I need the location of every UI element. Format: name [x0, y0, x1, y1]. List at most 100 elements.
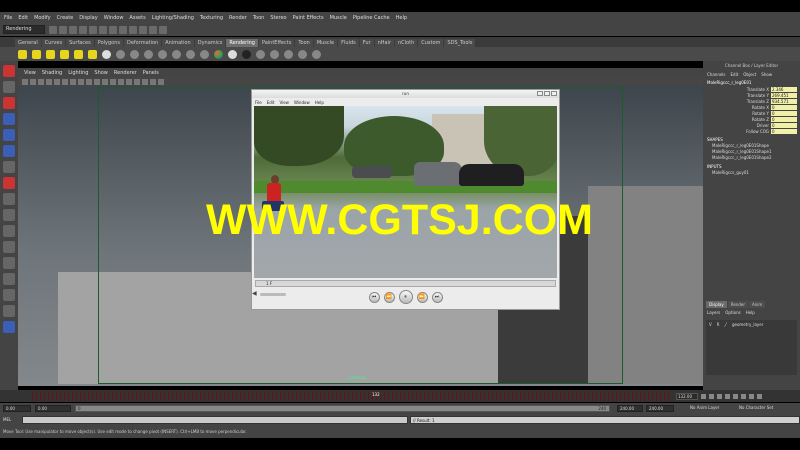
shelf-tab-painteffects[interactable]: PaintEffects	[258, 39, 295, 47]
shelf-tab-animation[interactable]: Animation	[162, 39, 194, 47]
cb-menu-object[interactable]: Object	[743, 72, 756, 77]
pause-button[interactable]: ⏸	[398, 290, 413, 304]
two-pane-layout-icon[interactable]	[3, 225, 15, 237]
textured-icon[interactable]	[126, 78, 132, 85]
rewind-button[interactable]: ⏪	[383, 291, 395, 303]
player-menu-edit[interactable]: Edit	[267, 100, 275, 105]
blinn-sphere-icon[interactable]	[130, 49, 139, 59]
volume-light-icon[interactable]	[88, 49, 97, 59]
menu-set-select[interactable]: Rendering	[3, 25, 45, 34]
layer-tab-render[interactable]: Render	[727, 301, 748, 308]
ipr-render-icon[interactable]	[149, 25, 157, 34]
select-camera-icon[interactable]	[22, 78, 28, 85]
shelf-tab-fur[interactable]: Fur	[359, 39, 374, 47]
paint-select-icon[interactable]	[3, 97, 15, 109]
cb-menu-edit[interactable]: Edit	[731, 72, 739, 77]
menu-render[interactable]: Render	[229, 15, 247, 21]
camera-icon[interactable]	[102, 49, 111, 59]
ramp-texture-icon[interactable]	[214, 49, 223, 59]
ipr-icon[interactable]	[298, 49, 307, 59]
shelf-tab-sds-tools[interactable]: SDS_Tools	[444, 39, 476, 47]
ramp-shader-icon[interactable]	[186, 49, 195, 59]
select-hierarchy-icon[interactable]	[79, 25, 87, 34]
bookmark-icon[interactable]	[38, 78, 44, 85]
player-scrub-bar[interactable]: 1 F	[255, 280, 556, 287]
anisotropic-sphere-icon[interactable]	[158, 49, 167, 59]
attr-value[interactable]: 0	[771, 110, 797, 116]
cb-menu-channels[interactable]: Channels	[707, 72, 726, 77]
end-time-field[interactable]: 240.00	[646, 405, 674, 412]
skip-forward-button[interactable]: ⏭	[431, 291, 443, 303]
snap-curve-icon[interactable]	[119, 25, 127, 34]
menu-window[interactable]: Window	[104, 15, 124, 21]
area-light-icon[interactable]	[60, 49, 69, 59]
go-to-end-icon[interactable]	[757, 393, 762, 399]
shelf-tab-toon[interactable]: Toon	[295, 39, 313, 47]
safe-action-icon[interactable]	[94, 78, 100, 85]
smooth-shade-icon[interactable]	[118, 78, 124, 85]
menu-display[interactable]: Display	[79, 15, 97, 21]
shelf-tab-muscle[interactable]: Muscle	[313, 39, 338, 47]
current-time-field[interactable]: 132.00	[676, 392, 698, 400]
cb-menu-show[interactable]: Show	[761, 72, 772, 77]
rotate-tool-icon[interactable]	[3, 129, 15, 141]
wireframe-icon[interactable]	[110, 78, 116, 85]
render-settings-icon[interactable]	[159, 25, 167, 34]
start-time-field[interactable]: 0.00	[3, 405, 31, 412]
menu-toon[interactable]: Toon	[253, 15, 265, 21]
attr-value[interactable]: 0	[771, 104, 797, 110]
menu-file[interactable]: File	[4, 15, 12, 21]
four-view-layout-icon[interactable]	[3, 209, 15, 221]
skip-back-button[interactable]: ⏮	[368, 291, 380, 303]
shelf-tab-dynamics[interactable]: Dynamics	[194, 39, 226, 47]
render-view-icon[interactable]	[270, 49, 279, 59]
move-tool-icon[interactable]	[3, 113, 15, 125]
layer-reference-toggle[interactable]: R	[717, 322, 720, 327]
use-background-icon[interactable]	[228, 49, 237, 59]
attr-value[interactable]: 0	[771, 122, 797, 128]
show-manipulator-icon[interactable]	[3, 161, 15, 173]
player-menu-view[interactable]: View	[279, 100, 289, 105]
step-back-frame-icon[interactable]	[717, 393, 722, 399]
phong-sphere-icon[interactable]	[144, 49, 153, 59]
player-menu-file[interactable]: File	[255, 100, 262, 105]
shelf-tab-nhair[interactable]: nHair	[374, 39, 394, 47]
layer-name[interactable]: geometry_layer	[732, 322, 763, 327]
viewport-menu-shading[interactable]: Shading	[42, 70, 62, 76]
viewport-menu-panels[interactable]: Panels	[143, 70, 159, 76]
close-icon[interactable]	[551, 91, 557, 96]
menu-paint-effects[interactable]: Paint Effects	[293, 15, 324, 21]
shape-item[interactable]: MaleRigccc_r_leg0E01Shape2	[703, 155, 800, 161]
playback-end-field[interactable]: 240.00	[617, 405, 643, 412]
layer-row[interactable]: V R ╱ geometry_layer	[709, 320, 794, 328]
open-scene-icon[interactable]	[59, 25, 67, 34]
snap-grid-icon[interactable]	[109, 25, 117, 34]
film-gate-icon[interactable]	[62, 78, 68, 85]
shelf-tab-general[interactable]: General	[15, 39, 41, 47]
shelf-tab-polygons[interactable]: Polygons	[94, 39, 123, 47]
black-shader-icon[interactable]	[242, 49, 251, 59]
shadows-icon[interactable]	[142, 78, 148, 85]
anim-layer-select[interactable]: No Anim Layer	[688, 405, 732, 412]
go-to-start-icon[interactable]	[701, 393, 706, 399]
play-forwards-icon[interactable]	[733, 393, 738, 399]
menu-create[interactable]: Create	[57, 15, 74, 21]
menu-lighting-shading[interactable]: Lighting/Shading	[152, 15, 194, 21]
spot-light-icon[interactable]	[32, 49, 41, 59]
xray-icon[interactable]	[150, 78, 156, 85]
outliner-layout-icon[interactable]	[3, 241, 15, 253]
scale-tool-icon[interactable]	[3, 145, 15, 157]
shelf-tab-curves[interactable]: Curves	[41, 39, 66, 47]
new-scene-icon[interactable]	[49, 25, 57, 34]
render-current-icon[interactable]	[284, 49, 293, 59]
layer-menu-help[interactable]: Help	[746, 310, 755, 315]
select-tool-icon[interactable]	[3, 65, 15, 77]
shelf-tab-ncloth[interactable]: nCloth	[395, 39, 418, 47]
menu-pipeline-cache[interactable]: Pipeline Cache	[353, 15, 390, 21]
menu-edit[interactable]: Edit	[18, 15, 28, 21]
ambient-light-icon[interactable]	[74, 49, 83, 59]
attr-value[interactable]: 0	[771, 116, 797, 122]
shelf-tab-rendering[interactable]: Rendering	[226, 39, 258, 47]
player-menu-help[interactable]: Help	[315, 100, 324, 105]
use-all-lights-icon[interactable]	[134, 78, 140, 85]
